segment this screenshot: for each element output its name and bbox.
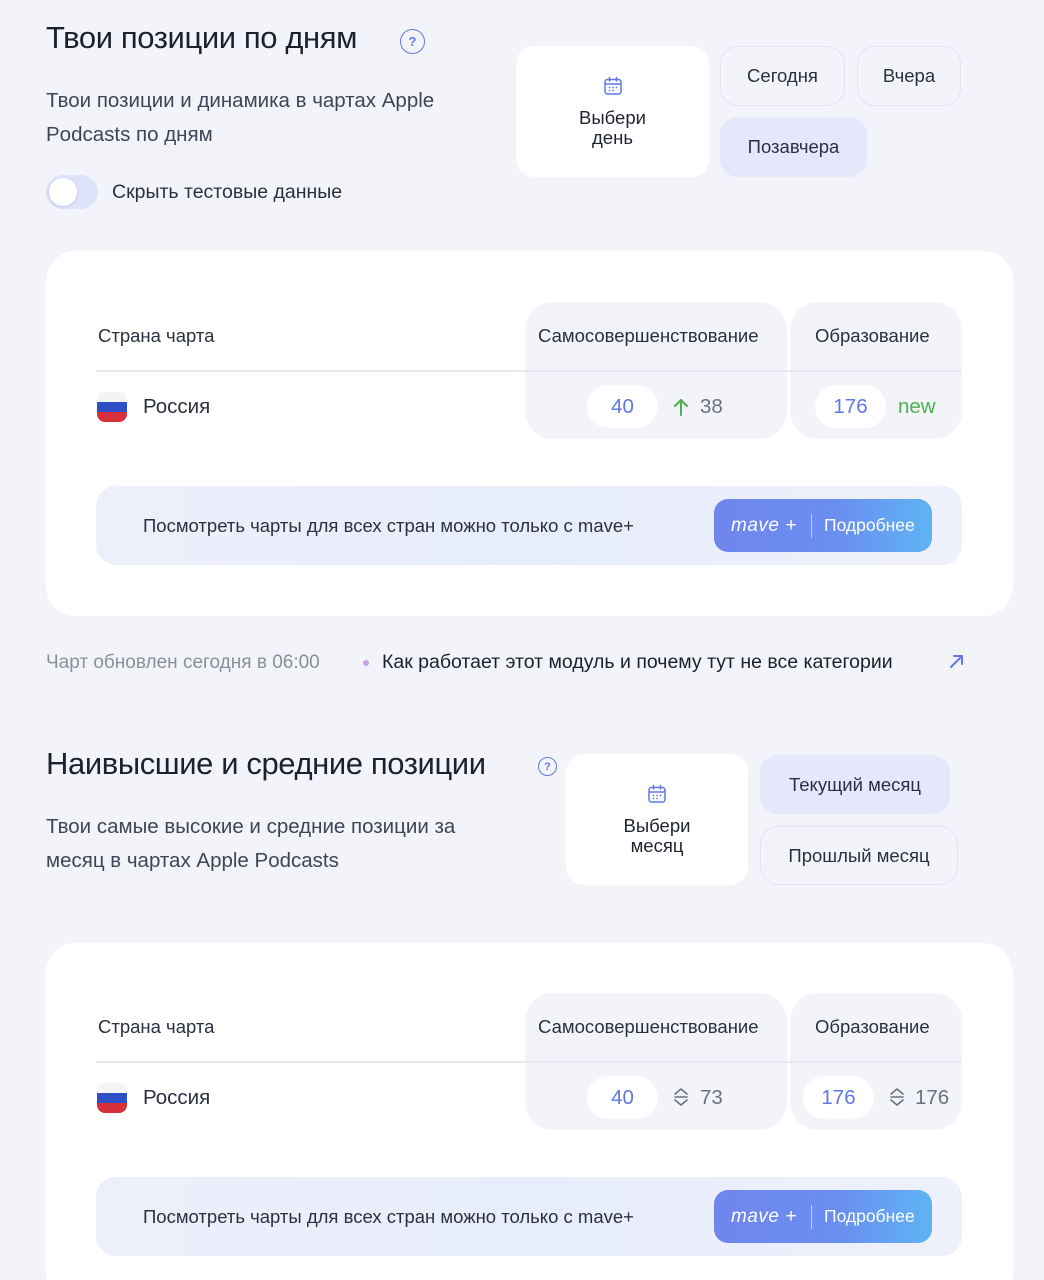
average-icon bbox=[890, 1088, 904, 1106]
best-rank-bubble: 176 bbox=[803, 1076, 874, 1119]
daily-description: Твои позиции и динамика в чартах Apple P… bbox=[46, 84, 506, 152]
chart-updated-note: Чарт обновлен сегодня в 06:00 bbox=[46, 652, 320, 673]
toggle-knob bbox=[49, 178, 77, 206]
mave-plus-logo: mave + bbox=[731, 1205, 797, 1227]
today-button[interactable]: Сегодня bbox=[720, 46, 845, 106]
rank-bubble: 40 bbox=[587, 385, 658, 428]
daily-description-line2: Podcasts по дням bbox=[46, 123, 213, 146]
help-icon[interactable]: ? bbox=[538, 757, 557, 776]
monthly-description: Твои самые высокие и средние позиции за … bbox=[46, 810, 546, 878]
average-rank: 176 bbox=[915, 1086, 950, 1109]
daily-title: Твои позиции по дням bbox=[46, 20, 358, 55]
previous-rank: 38 bbox=[700, 395, 723, 418]
table-divider bbox=[96, 370, 962, 372]
previous-month-button[interactable]: Прошлый месяц bbox=[760, 826, 958, 885]
mave-plus-logo: mave + bbox=[731, 514, 797, 536]
month-picker-label: Выбери месяц bbox=[623, 814, 691, 856]
average-icon bbox=[674, 1088, 688, 1106]
details-label: Подробнее bbox=[824, 515, 915, 535]
hide-test-data-toggle[interactable] bbox=[46, 175, 98, 209]
hide-test-data-label: Скрыть тестовые данные bbox=[112, 181, 343, 203]
help-icon[interactable]: ? bbox=[400, 29, 425, 54]
how-module-works-link[interactable]: Как работает этот модуль и почему тут не… bbox=[382, 651, 893, 674]
calendar-icon bbox=[603, 76, 622, 95]
monthly-title: Наивысшие и средние позиции bbox=[46, 746, 486, 781]
rank-bubble: 176 bbox=[815, 385, 886, 428]
day-picker-button[interactable]: Выбери день bbox=[516, 46, 709, 177]
details-label: Подробнее bbox=[824, 1206, 915, 1226]
yesterday-button[interactable]: Вчера bbox=[857, 46, 961, 106]
monthly-description-line2: месяц в чартах Apple Podcasts bbox=[46, 849, 339, 872]
col-header-self-improvement: Самосовершенствование bbox=[538, 1016, 759, 1037]
mave-plus-details-button[interactable]: mave + Подробнее bbox=[714, 1190, 932, 1243]
banner-text: Посмотреть чарты для всех стран можно то… bbox=[143, 515, 634, 536]
new-badge: new bbox=[898, 395, 936, 418]
calendar-icon bbox=[648, 784, 666, 803]
average-rank: 73 bbox=[700, 1086, 723, 1109]
current-month-button[interactable]: Текущий месяц bbox=[760, 755, 950, 814]
country-name: Россия bbox=[143, 1086, 211, 1109]
separator-dot bbox=[363, 660, 369, 666]
country-name: Россия bbox=[143, 395, 211, 418]
col-header-country: Страна чарта bbox=[98, 325, 215, 346]
col-header-self-improvement: Самосовершенствование bbox=[538, 325, 759, 346]
month-picker-button[interactable]: Выбери месяц bbox=[566, 754, 748, 885]
table-divider bbox=[96, 1061, 962, 1063]
best-rank-bubble: 40 bbox=[587, 1076, 658, 1119]
day-before-yesterday-button[interactable]: Позавчера bbox=[720, 117, 867, 177]
banner-text: Посмотреть чарты для всех стран можно то… bbox=[143, 1206, 634, 1227]
russia-flag-icon bbox=[97, 1083, 127, 1113]
col-header-country: Страна чарта bbox=[98, 1016, 215, 1037]
col-header-education: Образование bbox=[815, 325, 930, 346]
monthly-description-line1: Твои самые высокие и средние позиции за bbox=[46, 815, 456, 838]
russia-flag-icon bbox=[97, 392, 127, 422]
daily-description-line1: Твои позиции и динамика в чартах Apple bbox=[46, 89, 435, 112]
day-picker-label: Выбери день bbox=[579, 106, 646, 148]
col-header-education: Образование bbox=[815, 1016, 930, 1037]
external-link-icon[interactable] bbox=[949, 654, 964, 669]
mave-plus-details-button[interactable]: mave + Подробнее bbox=[714, 499, 932, 552]
arrow-up-icon bbox=[674, 399, 688, 416]
